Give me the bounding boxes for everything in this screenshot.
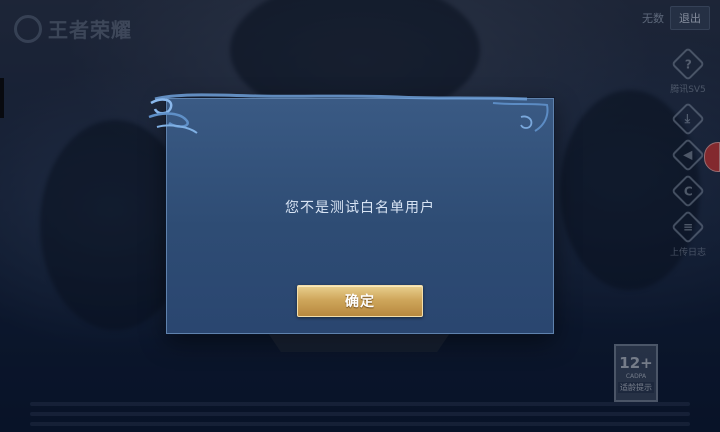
alert-dialog: 您不是测试白名单用户 确定 xyxy=(148,93,554,334)
dialog-swirl-decoration xyxy=(148,93,528,134)
confirm-button[interactable]: 确定 xyxy=(297,285,423,317)
dialog-corner-decoration xyxy=(492,102,549,132)
dialog-message: 您不是测试白名单用户 xyxy=(285,200,435,216)
